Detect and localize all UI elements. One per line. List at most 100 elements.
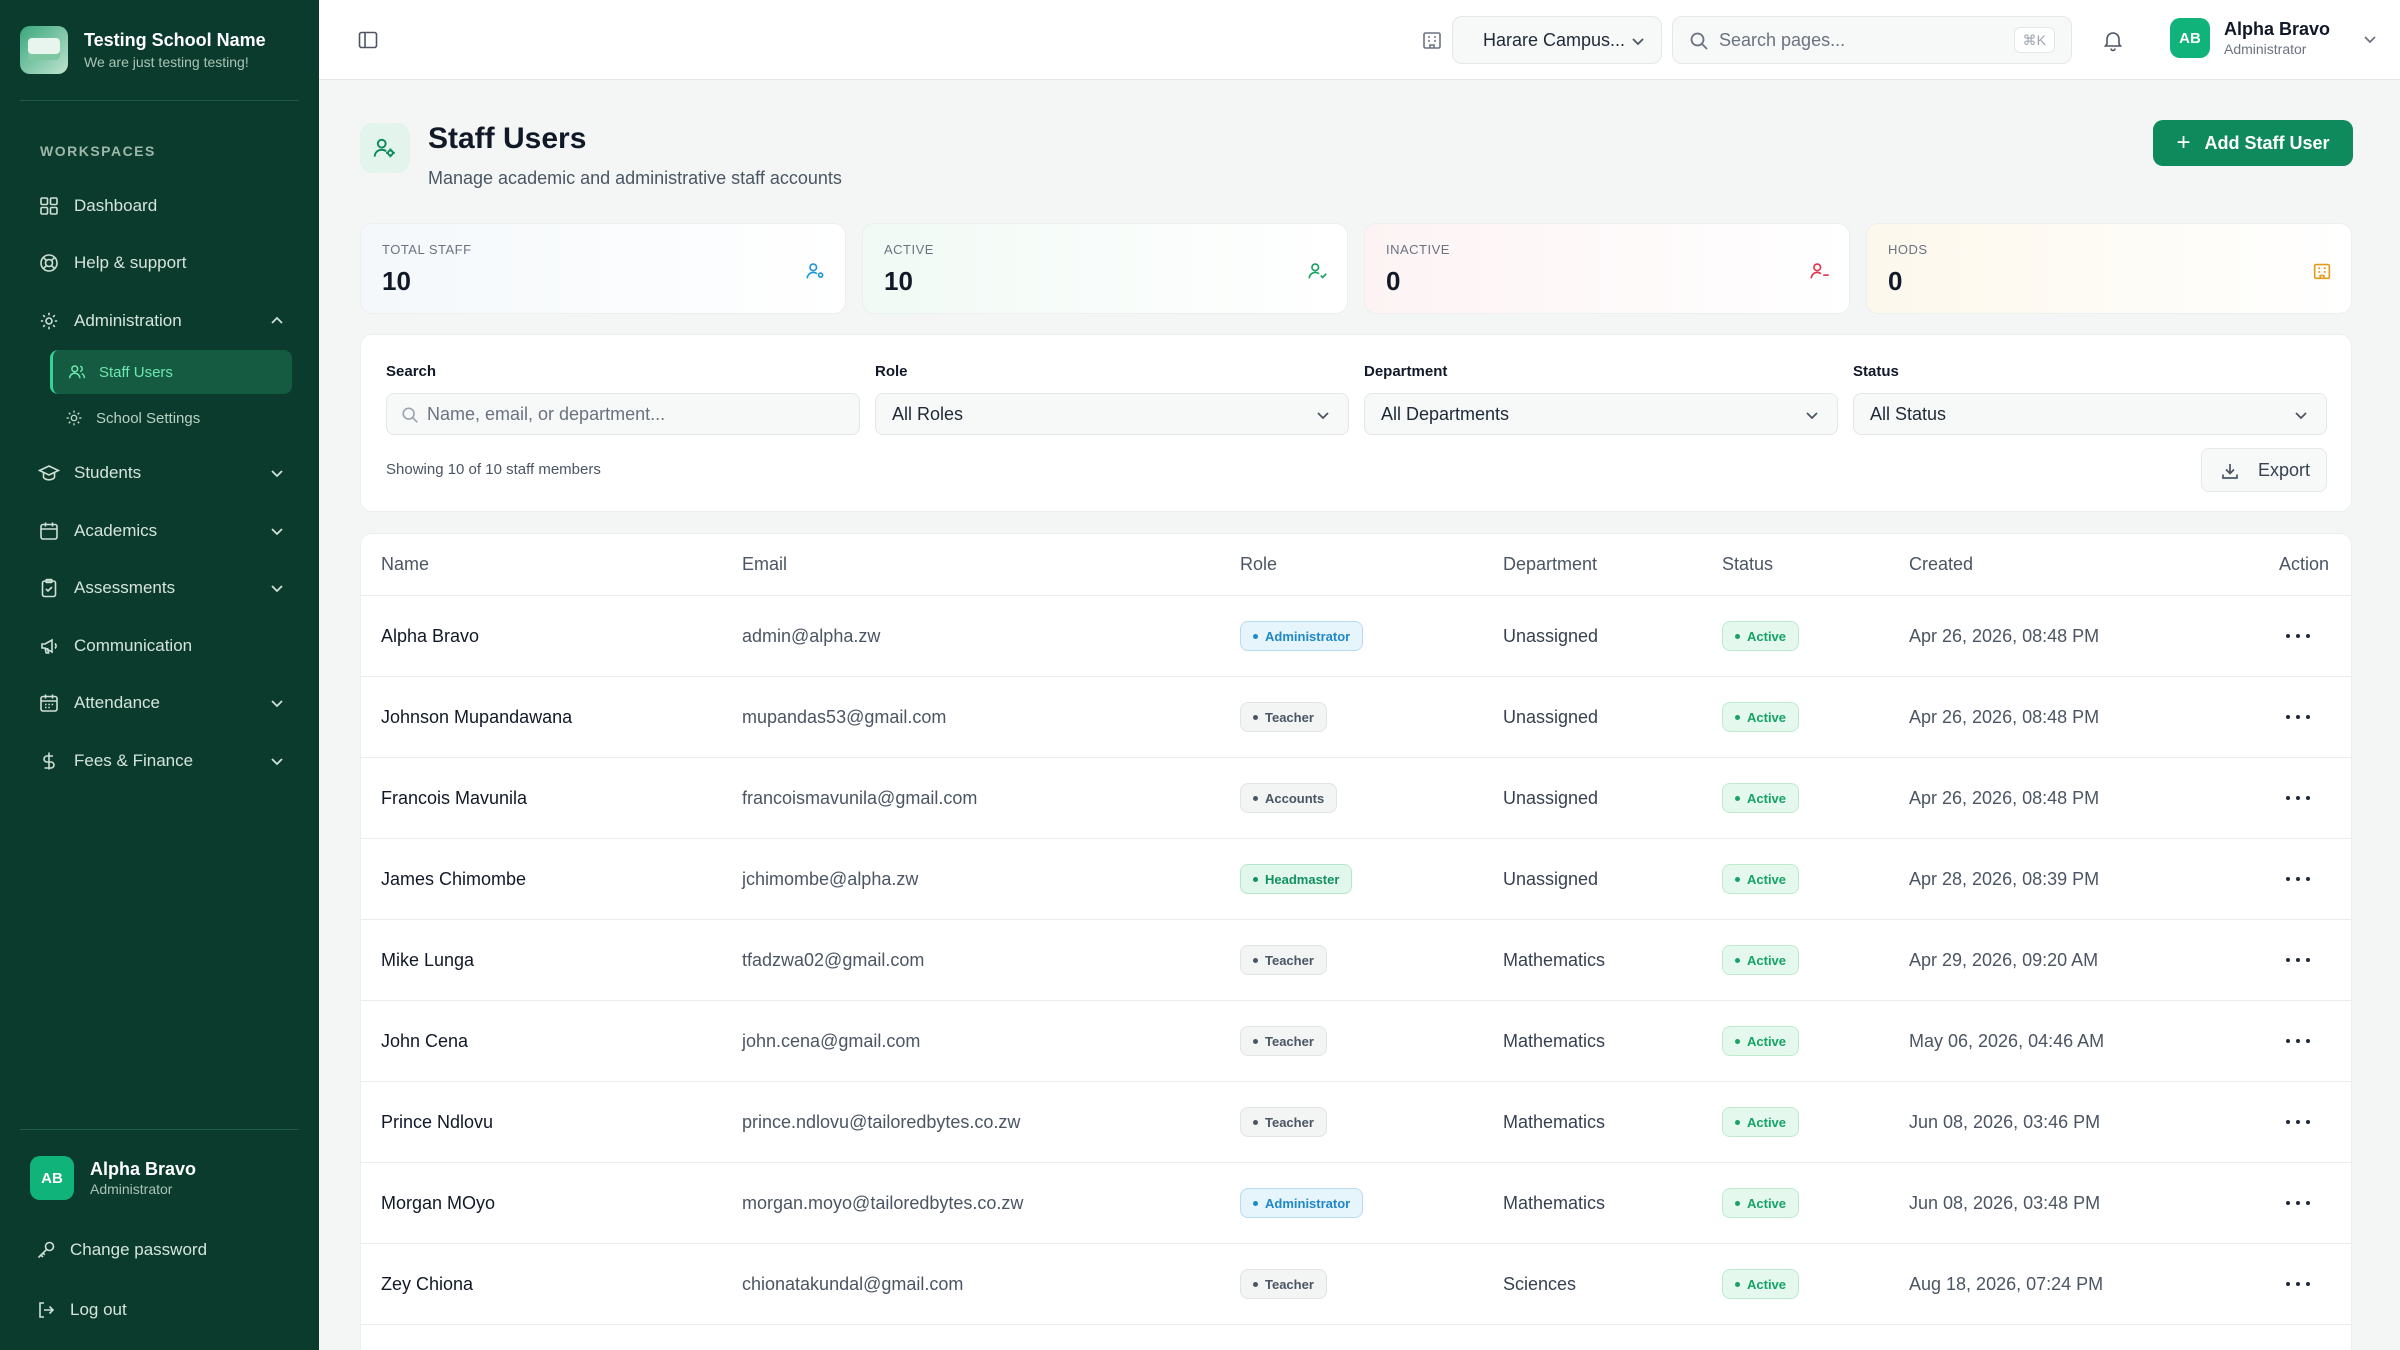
- column-header-role[interactable]: Role: [1240, 554, 1277, 575]
- sidebar-item-school-settings[interactable]: School Settings: [50, 396, 292, 440]
- stat-value: 10: [382, 266, 411, 296]
- status-badge: Active: [1722, 702, 1800, 732]
- sidebar-item-label: Fees & Finance: [74, 751, 194, 770]
- megaphone-icon: [38, 635, 60, 657]
- page-search-input[interactable]: Search pages... ⌘K: [1672, 16, 2072, 64]
- more-actions-icon[interactable]: [2286, 869, 2310, 889]
- sidebar-item-label: Academics: [74, 521, 158, 540]
- bell-icon[interactable]: [2101, 28, 2125, 52]
- more-actions-icon[interactable]: [2286, 1031, 2310, 1051]
- more-actions-icon[interactable]: [2286, 1274, 2310, 1294]
- more-actions-icon[interactable]: [2286, 950, 2310, 970]
- more-actions-icon[interactable]: [2286, 707, 2310, 727]
- chevron-down-icon: [271, 700, 283, 708]
- sidebar-item-fees-finance[interactable]: Fees & Finance: [20, 738, 300, 784]
- add-staff-user-button[interactable]: + Add Staff User: [2153, 120, 2353, 166]
- table-row[interactable]: Francois Mavunila francoismavunila@gmail…: [361, 758, 2351, 839]
- row-created: Apr 29, 2026, 09:20 AM: [1909, 950, 2099, 970]
- stat-card-inactive: INACTIVE 0: [1364, 223, 1850, 314]
- sidebar-item-administration[interactable]: Administration: [20, 298, 300, 344]
- sidebar-item-label: School Settings: [96, 409, 201, 427]
- campus-selector[interactable]: Harare Campus...: [1452, 16, 1662, 64]
- role-badge: Administrator: [1240, 621, 1364, 651]
- row-name: James Chimombe: [381, 869, 527, 889]
- lifebuoy-icon: [38, 252, 60, 274]
- chevron-down-icon: [1317, 412, 1329, 420]
- logout-icon: [36, 1300, 56, 1320]
- sidebar-user[interactable]: AB Alpha Bravo Administrator: [30, 1156, 196, 1200]
- school-name: Testing School Name: [84, 30, 266, 50]
- more-actions-icon[interactable]: [2286, 1112, 2310, 1132]
- sidebar-item-attendance[interactable]: Attendance: [20, 680, 300, 726]
- stat-label: HODS: [1888, 242, 1928, 257]
- row-name: Zey Chiona: [381, 1274, 474, 1294]
- role-badge: Teacher: [1240, 702, 1327, 732]
- table-row[interactable]: Prince Ndlovu prince.ndlovu@tailoredbyte…: [361, 1082, 2351, 1163]
- status-select[interactable]: All Status: [1853, 393, 2327, 435]
- sidebar-item-academics[interactable]: Academics: [20, 508, 300, 554]
- sidebar-toggle-icon[interactable]: [356, 28, 380, 52]
- role-badge: Teacher: [1240, 1107, 1327, 1137]
- sidebar-item-assessments[interactable]: Assessments: [20, 565, 300, 611]
- stat-card-total-staff: TOTAL STAFF 10: [360, 223, 846, 314]
- column-header-action: Action: [2279, 554, 2330, 574]
- sidebar-item-label: Assessments: [74, 578, 176, 597]
- status-badge: Active: [1722, 621, 1800, 651]
- user-menu[interactable]: AB Alpha Bravo Administrator: [2170, 18, 2376, 58]
- row-created: Apr 26, 2026, 08:48 PM: [1909, 707, 2100, 727]
- export-button[interactable]: Export: [2201, 448, 2327, 492]
- sidebar-item-students[interactable]: Students: [20, 450, 300, 496]
- column-header-status[interactable]: Status: [1722, 554, 1773, 575]
- more-actions-icon[interactable]: [2286, 1193, 2310, 1213]
- column-header-name[interactable]: Name: [381, 554, 429, 575]
- sidebar-item-communication[interactable]: Communication: [20, 623, 300, 669]
- table-row[interactable]: Mike Lunga tfadzwa02@gmail.com Teacher M…: [361, 920, 2351, 1001]
- table-row[interactable]: Alpha Bravo admin@alpha.zw Administrator…: [361, 596, 2351, 677]
- status-label: Status: [1853, 363, 1899, 380]
- sidebar-item-help[interactable]: Help & support: [20, 240, 300, 286]
- more-actions-icon[interactable]: [2286, 788, 2310, 808]
- table-row[interactable]: James Chimombe jchimombe@alpha.zw Headma…: [361, 839, 2351, 920]
- more-actions-icon[interactable]: [2286, 626, 2310, 646]
- table-row[interactable]: Morgan MOyo morgan.moyo@tailoredbytes.co…: [361, 1163, 2351, 1244]
- table-row[interactable]: Zey Chiona chionatakundal@gmail.com Teac…: [361, 1244, 2351, 1325]
- chevron-down-icon: [2295, 412, 2307, 420]
- user-name: Alpha Bravo: [2224, 19, 2331, 39]
- status-value: All Status: [1870, 403, 1947, 424]
- row-department: Unassigned: [1503, 707, 1599, 727]
- row-email: john.cena@gmail.com: [742, 1031, 921, 1051]
- row-name: Mike Lunga: [381, 950, 475, 970]
- gear-icon: [64, 408, 84, 428]
- row-email: mupandas53@gmail.com: [742, 707, 947, 727]
- row-department: Sciences: [1503, 1274, 1577, 1294]
- sidebar-item-dashboard[interactable]: Dashboard: [20, 183, 300, 229]
- stat-card-active: ACTIVE 10: [862, 223, 1348, 314]
- dollar-icon: [38, 750, 60, 772]
- table-row[interactable]: Johnson Mupandawana mupandas53@gmail.com…: [361, 677, 2351, 758]
- sidebar-item-label: Dashboard: [74, 196, 158, 215]
- staff-search-input[interactable]: Name, email, or department...: [386, 393, 860, 435]
- role-badge: Teacher: [1240, 1269, 1327, 1299]
- column-header-department[interactable]: Department: [1503, 554, 1597, 575]
- department-select[interactable]: All Departments: [1364, 393, 1838, 435]
- row-department: Unassigned: [1503, 626, 1599, 646]
- role-select[interactable]: All Roles: [875, 393, 1349, 435]
- column-header-created[interactable]: Created: [1909, 554, 1973, 575]
- status-badge: Active: [1722, 945, 1800, 975]
- plus-icon: +: [2176, 129, 2191, 156]
- logout-link[interactable]: Log out: [36, 1295, 127, 1325]
- sidebar-item-label: Staff Users: [99, 363, 173, 381]
- row-department: Mathematics: [1503, 1031, 1606, 1051]
- change-password-link[interactable]: Change password: [36, 1235, 207, 1265]
- brand[interactable]: Testing School Name We are just testing …: [20, 24, 300, 76]
- row-created: May 06, 2026, 04:46 AM: [1909, 1031, 2105, 1051]
- sidebar-item-staff-users[interactable]: Staff Users: [50, 350, 292, 394]
- column-header-email[interactable]: Email: [742, 554, 787, 575]
- table-row[interactable]: John Cena john.cena@gmail.com Teacher Ma…: [361, 1001, 2351, 1082]
- grid-icon: [38, 195, 60, 217]
- row-created: Aug 18, 2026, 07:24 PM: [1909, 1274, 2104, 1294]
- row-name: John Cena: [381, 1031, 469, 1051]
- row-created: Apr 26, 2026, 08:48 PM: [1909, 788, 2100, 808]
- topbar: Harare Campus... Search pages... ⌘K AB A…: [319, 0, 2400, 80]
- chevron-down-icon: [1806, 412, 1818, 420]
